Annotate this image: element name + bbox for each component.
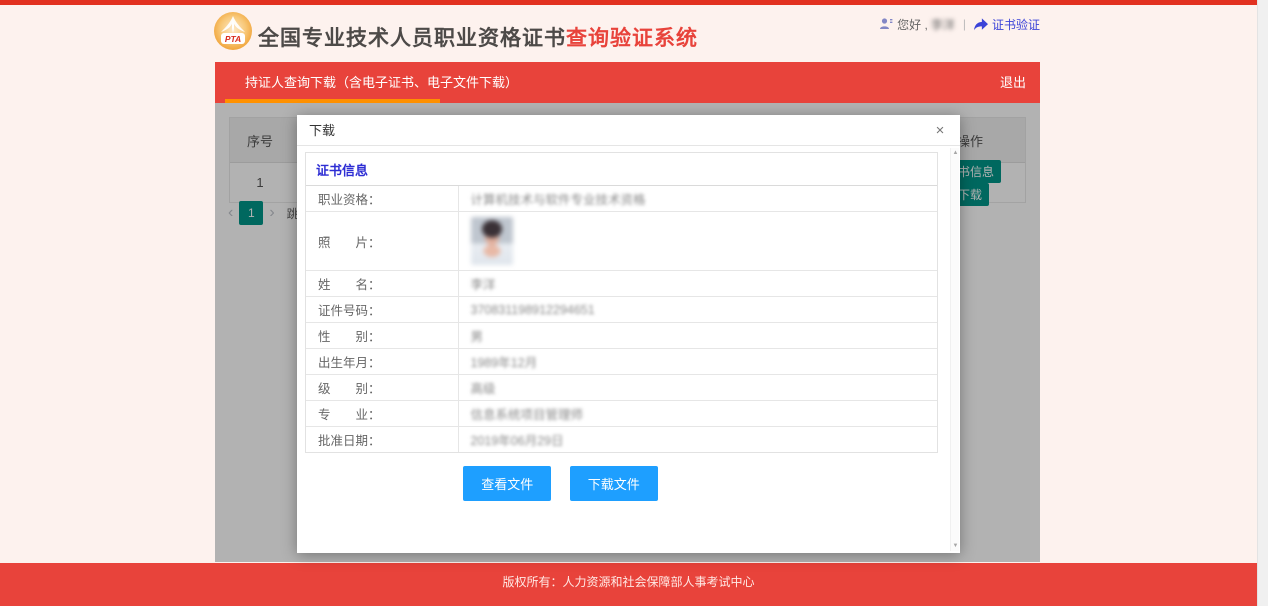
value-name: 李洋 [471, 278, 496, 292]
separator: | [963, 17, 966, 31]
value-birth: 1989年12月 [471, 356, 538, 370]
label-level: 级 别： [306, 375, 458, 401]
value-approval-date: 2019年06月29日 [471, 434, 564, 448]
row-qualification: 职业资格： 计算机技术与软件专业技术资格 [306, 186, 937, 212]
row-major: 专 业： 信息系统项目管理师 [306, 401, 937, 427]
logout-button[interactable]: 退出 [1000, 62, 1026, 103]
label-major: 专 业： [306, 401, 458, 427]
nav-bar: 持证人查询下载（含电子证书、电子文件下载） 退出 [215, 62, 1040, 103]
certificate-photo [471, 217, 513, 265]
label-photo: 照 片： [306, 212, 458, 271]
value-id-number: 370831198912294651 [471, 303, 595, 317]
tab-label: 持证人查询下载（含电子证书、电子文件下载） [245, 75, 518, 90]
label-name: 姓 名： [306, 271, 458, 297]
pta-logo-icon: PTA [213, 11, 253, 51]
row-id-number: 证件号码： 370831198912294651 [306, 297, 937, 323]
user-info: 您好 , 李洋 | 证书验证 [879, 15, 1040, 33]
row-birth: 出生年月： 1989年12月 [306, 349, 937, 375]
label-id-number: 证件号码： [306, 297, 458, 323]
svg-text:PTA: PTA [225, 34, 241, 44]
title-main: 全国专业技术人员职业资格证书 [258, 27, 566, 50]
modal-title: 下载 [309, 123, 335, 138]
share-arrow-icon [974, 18, 988, 31]
user-icon [879, 17, 893, 31]
username: 李洋 [931, 16, 955, 33]
top-red-bar [0, 0, 1257, 5]
certificate-info-table: 职业资格： 计算机技术与软件专业技术资格 照 片： 姓 名： 李洋 证件号码： … [306, 186, 937, 452]
page: PTA 全国专业技术人员职业资格证书查询验证系统 您好 , 李洋 | 证书验证 … [0, 0, 1268, 606]
browser-scrollbar[interactable] [1257, 0, 1268, 606]
modal-buttons: 查看文件 下载文件 [305, 466, 938, 501]
row-photo: 照 片： [306, 212, 937, 271]
download-modal: 下载 × 证书信息 职业资格： 计算机技术与软件专业技术资格 照 片： 姓 名： [297, 115, 960, 553]
label-qualification: 职业资格： [306, 186, 458, 212]
label-approval-date: 批准日期： [306, 427, 458, 453]
tab-holder-query-download[interactable]: 持证人查询下载（含电子证书、电子文件下载） [215, 62, 533, 103]
page-title: 全国专业技术人员职业资格证书查询验证系统 [258, 22, 698, 52]
modal-body: 证书信息 职业资格： 计算机技术与软件专业技术资格 照 片： 姓 名： 李洋 [297, 147, 960, 553]
row-approval-date: 批准日期： 2019年06月29日 [306, 427, 937, 453]
copyright-text: 版权所有：人力资源和社会保障部人事考试中心 [502, 575, 754, 589]
section-title: 证书信息 [306, 153, 937, 186]
value-qualification: 计算机技术与软件专业技术资格 [471, 193, 646, 207]
row-name: 姓 名： 李洋 [306, 271, 937, 297]
row-gender: 性 别： 男 [306, 323, 937, 349]
modal-header: 下载 × [297, 115, 960, 146]
modal-scrollbar[interactable]: ▲ ▼ [950, 148, 959, 551]
certificate-panel: 证书信息 职业资格： 计算机技术与软件专业技术资格 照 片： 姓 名： 李洋 [305, 152, 938, 453]
greeting-text: 您好 , [897, 16, 928, 33]
value-level: 高级 [471, 382, 496, 396]
title-accent: 查询验证系统 [566, 27, 698, 50]
footer: 版权所有：人力资源和社会保障部人事考试中心 [0, 563, 1257, 606]
value-gender: 男 [471, 330, 484, 344]
scroll-up-icon[interactable]: ▲ [951, 150, 960, 156]
row-level: 级 别： 高级 [306, 375, 937, 401]
view-file-button[interactable]: 查看文件 [463, 466, 551, 501]
scroll-down-icon[interactable]: ▼ [951, 543, 960, 549]
close-icon[interactable]: × [930, 115, 950, 146]
download-file-button[interactable]: 下载文件 [570, 466, 658, 501]
label-birth: 出生年月： [306, 349, 458, 375]
label-gender: 性 别： [306, 323, 458, 349]
certificate-verify-link[interactable]: 证书验证 [992, 16, 1040, 33]
value-major: 信息系统项目管理师 [471, 408, 584, 422]
